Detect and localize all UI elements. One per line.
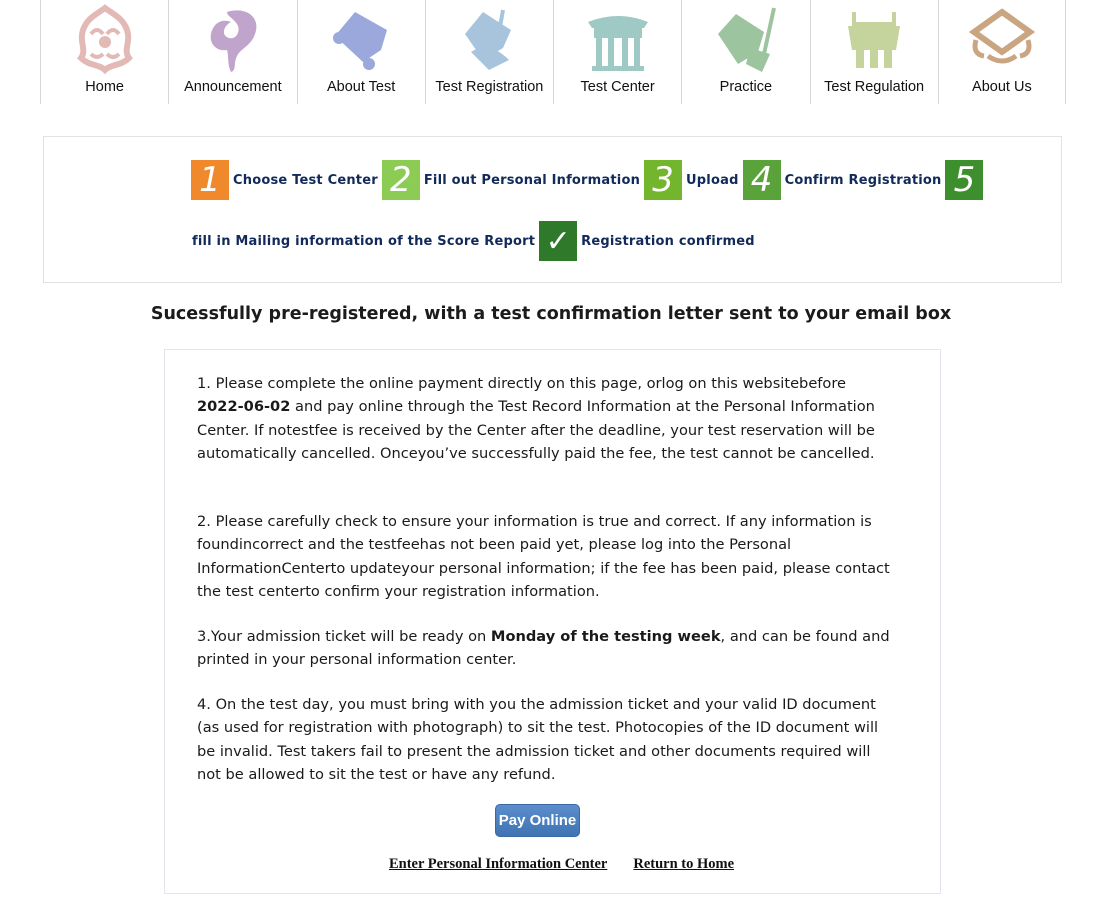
step-label: fill in Mailing information of the Score…	[192, 233, 536, 249]
nav-label: About Us	[972, 79, 1032, 95]
notice-item-3: 3.Your admission ticket will be ready on…	[197, 625, 897, 672]
notice-item-1: 1. Please complete the online payment di…	[197, 372, 897, 465]
nav-item-test-center[interactable]: Test Center	[553, 0, 681, 104]
nav-label: Test Regulation	[824, 79, 925, 95]
step-badge-4: 4	[742, 160, 781, 200]
nav-item-practice[interactable]: Practice	[681, 0, 809, 104]
deadline-date: 2022-06-02	[197, 398, 291, 416]
step-label: Upload	[686, 172, 739, 188]
bronze-vessel-icon	[848, 12, 901, 68]
nav-label: Practice	[719, 79, 773, 95]
main-nav: Home Announcement About Test Test Regist…	[40, 0, 1066, 104]
nav-item-home[interactable]: Home	[40, 0, 168, 104]
nav-item-about-test[interactable]: About Test	[296, 0, 425, 104]
return-home-link[interactable]: Return to Home	[633, 856, 734, 873]
step-label: Registration confirmed	[581, 233, 755, 249]
page-title: Sucessfully pre-registered, with a test …	[150, 304, 952, 324]
emphasis: Monday of the testing week	[490, 628, 721, 645]
registration-steps: 1 Choose Test Center 2 Fill out Personal…	[43, 136, 1062, 283]
step-label: Choose Test Center	[233, 172, 378, 188]
nav-item-test-regulation[interactable]: Test Regulation	[809, 0, 938, 104]
cloud-swirl-icon	[210, 10, 257, 73]
step-label: Fill out Personal Information	[423, 172, 641, 188]
ornament-icon	[76, 4, 133, 74]
nav-item-about-us[interactable]: About Us	[937, 0, 1066, 104]
notice-item-4: 4. On the test day, you must bring with …	[197, 696, 879, 783]
scroll-icon	[333, 12, 388, 70]
seal-box-icon	[968, 8, 1036, 64]
nav-item-announcement[interactable]: Announcement	[168, 0, 296, 104]
pay-online-button[interactable]: Pay Online	[495, 804, 580, 837]
notice-box: 1. Please complete the online payment di…	[164, 349, 941, 894]
nav-label: About Test	[326, 79, 396, 95]
enter-personal-center-link[interactable]: Enter Personal Information Center	[389, 856, 607, 873]
text: 1. Please complete the online payment di…	[197, 375, 847, 392]
pavilion-icon	[587, 16, 648, 71]
step-badge-1: 1	[191, 160, 229, 200]
text: and pay online through the Test Record I…	[197, 398, 875, 462]
text: 3.Your admission ticket will be ready on	[197, 628, 491, 645]
step-badge-2: 2	[381, 160, 420, 200]
nav-label: Test Center	[580, 79, 655, 95]
notice-item-2: 2. Please carefully check to ensure your…	[197, 513, 890, 600]
scroll-pen-icon	[717, 7, 776, 72]
step-badge-5: 5	[945, 160, 984, 200]
checkmark-icon: ✓	[539, 221, 578, 261]
nav-item-test-registration[interactable]: Test Registration	[424, 0, 553, 104]
nav-label: Test Registration	[435, 79, 544, 95]
step-label: Confirm Registration	[784, 172, 942, 188]
step-badge-3: 3	[644, 160, 683, 200]
nav-label: Announcement	[184, 79, 282, 95]
scroll-brush-icon	[465, 9, 512, 70]
nav-label: Home	[85, 79, 124, 95]
